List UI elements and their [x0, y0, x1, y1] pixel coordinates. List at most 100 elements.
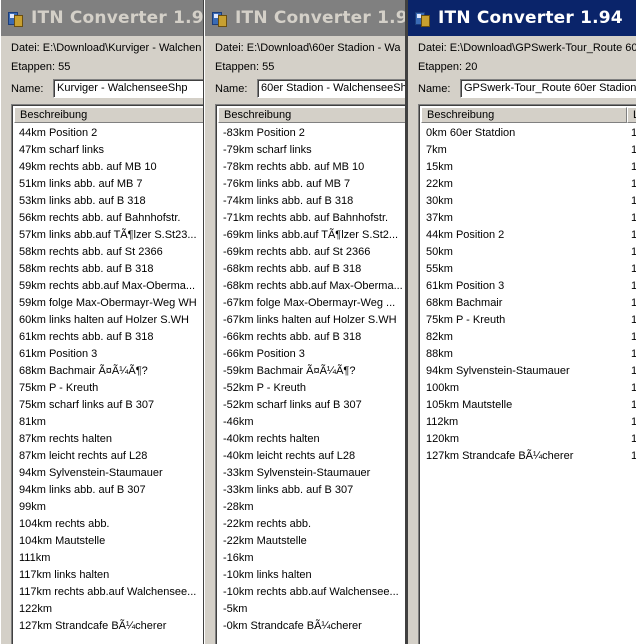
title-bar[interactable]: ITN Converter 1.94	[205, 0, 405, 36]
list-item[interactable]: -78km rechts abb. auf MB 10	[223, 159, 405, 176]
list-item[interactable]: 104km Mautstelle	[19, 533, 203, 550]
list-item[interactable]: 68km Bachmair Ã¤Ã¼Ã¶?	[19, 363, 203, 380]
list-item[interactable]: 1	[631, 380, 636, 397]
list-item[interactable]: -40km rechts halten	[223, 431, 405, 448]
list-item[interactable]: 37km	[426, 210, 632, 227]
list-item[interactable]: 82km	[426, 329, 632, 346]
title-bar[interactable]: ITN Converter 1.94	[1, 0, 203, 36]
list-item[interactable]: 120km	[426, 431, 632, 448]
list-item[interactable]: 127km Strandcafe BÃ¼cherer	[19, 618, 203, 635]
list-item[interactable]: 104km rechts abb.	[19, 516, 203, 533]
list-item[interactable]: 88km	[426, 346, 632, 363]
list-item[interactable]: 49km rechts abb. auf MB 10	[19, 159, 203, 176]
list-item[interactable]: 94km Sylvenstein-Staumauer	[426, 363, 632, 380]
list-item[interactable]: 58km rechts abb. auf St 2366	[19, 244, 203, 261]
list-item[interactable]: 0km 60er Statdion	[426, 125, 632, 142]
list-item[interactable]: 87km rechts halten	[19, 431, 203, 448]
list-item[interactable]: 61km rechts abb. auf B 318	[19, 329, 203, 346]
list-item[interactable]: 127km Strandcafe BÃ¼cherer	[426, 448, 632, 465]
list-item[interactable]: 61km Position 3	[426, 278, 632, 295]
list-item[interactable]: -79km scharf links	[223, 142, 405, 159]
list-item[interactable]: 53km links abb. auf B 318	[19, 193, 203, 210]
column-header-length[interactable]: L	[627, 107, 636, 123]
list-item[interactable]: 1	[631, 125, 636, 142]
list-item[interactable]: 1	[631, 193, 636, 210]
list-item[interactable]: 1	[631, 397, 636, 414]
list-item[interactable]: 22km	[426, 176, 632, 193]
list-item[interactable]: -76km links abb. auf MB 7	[223, 176, 405, 193]
list-item[interactable]: 68km Bachmair	[426, 295, 632, 312]
list-item[interactable]: 15km	[426, 159, 632, 176]
list-item[interactable]: 94km Sylvenstein-Staumauer	[19, 465, 203, 482]
list-item[interactable]: 1	[631, 431, 636, 448]
list-item[interactable]: 117km links halten	[19, 567, 203, 584]
list-item[interactable]: 99km	[19, 499, 203, 516]
list-item[interactable]: 122km	[19, 601, 203, 618]
list-item[interactable]: -67km folge Max-Obermayr-Weg ...	[223, 295, 405, 312]
stage-list[interactable]: Beschreibung L 0km 60er Statdion7km15km2…	[418, 104, 636, 644]
list-item[interactable]: 59km folge Max-Obermayr-Weg WH	[19, 295, 203, 312]
column-header-beschreibung[interactable]: Beschreibung	[218, 107, 405, 123]
list-item[interactable]: 75km P - Kreuth	[19, 380, 203, 397]
list-item[interactable]: -71km rechts abb. auf Bahnhofstr.	[223, 210, 405, 227]
list-item[interactable]: -22km Mautstelle	[223, 533, 405, 550]
list-item[interactable]: 112km	[426, 414, 632, 431]
list-item[interactable]: -10km links halten	[223, 567, 405, 584]
list-item[interactable]: -52km scharf links auf B 307	[223, 397, 405, 414]
list-item[interactable]: 1	[631, 448, 636, 465]
list-item[interactable]: 7km	[426, 142, 632, 159]
list-item[interactable]: 1	[631, 329, 636, 346]
list-item[interactable]: -33km Sylvenstein-Staumauer	[223, 465, 405, 482]
list-item[interactable]: -59km Bachmair Ã¤Ã¼Ã¶?	[223, 363, 405, 380]
column-header-beschreibung[interactable]: Beschreibung	[14, 107, 203, 123]
list-item[interactable]: 1	[631, 176, 636, 193]
list-item[interactable]: 60km links halten auf Holzer S.WH	[19, 312, 203, 329]
list-item[interactable]: 1	[631, 227, 636, 244]
list-item[interactable]: 1	[631, 346, 636, 363]
list-item[interactable]: 1	[631, 312, 636, 329]
list-item[interactable]: 100km	[426, 380, 632, 397]
list-item[interactable]: -16km	[223, 550, 405, 567]
list-item[interactable]: -5km	[223, 601, 405, 618]
list-item[interactable]: -28km	[223, 499, 405, 516]
list-item[interactable]: 1	[631, 244, 636, 261]
name-input[interactable]: Kurviger - WalchenseeShp	[53, 79, 203, 98]
stage-list[interactable]: Beschreibung 44km Position 2 47km scharf …	[11, 104, 203, 644]
list-item[interactable]: 81km	[19, 414, 203, 431]
list-item[interactable]: 56km rechts abb. auf Bahnhofstr.	[19, 210, 203, 227]
list-item[interactable]: -67km links halten auf Holzer S.WH	[223, 312, 405, 329]
list-item[interactable]: 87km leicht rechts auf L28	[19, 448, 203, 465]
list-item[interactable]: -0km Strandcafe BÃ¼cherer	[223, 618, 405, 635]
list-item[interactable]: -46km	[223, 414, 405, 431]
list-item[interactable]: 51km links abb. auf MB 7	[19, 176, 203, 193]
list-item[interactable]: 1	[631, 278, 636, 295]
list-item[interactable]: -74km links abb. auf B 318	[223, 193, 405, 210]
list-item[interactable]: 1	[631, 142, 636, 159]
list-item[interactable]: 47km scharf links	[19, 142, 203, 159]
list-item[interactable]: 1	[631, 295, 636, 312]
list-item[interactable]: 59km rechts abb.auf Max-Oberma...	[19, 278, 203, 295]
list-item[interactable]: 55km	[426, 261, 632, 278]
list-item[interactable]: -40km leicht rechts auf L28	[223, 448, 405, 465]
list-item[interactable]: 75km P - Kreuth	[426, 312, 632, 329]
list-item[interactable]: -69km links abb.auf TÃ¶lzer S.St2...	[223, 227, 405, 244]
list-item[interactable]: 1	[631, 210, 636, 227]
list-item[interactable]: 105km Mautstelle	[426, 397, 632, 414]
list-item[interactable]: 57km links abb.auf TÃ¶lzer S.St23...	[19, 227, 203, 244]
column-header-beschreibung[interactable]: Beschreibung	[421, 107, 627, 123]
list-item[interactable]: -22km rechts abb.	[223, 516, 405, 533]
list-item[interactable]: -66km Position 3	[223, 346, 405, 363]
stage-list[interactable]: Beschreibung -83km Position 2 -79km schar…	[215, 104, 405, 644]
title-bar[interactable]: ITN Converter 1.94	[408, 0, 636, 36]
list-item[interactable]: -10km rechts abb.auf Walchensee...	[223, 584, 405, 601]
list-item[interactable]: -68km rechts abb. auf B 318	[223, 261, 405, 278]
list-item[interactable]: 61km Position 3	[19, 346, 203, 363]
list-item[interactable]: 44km Position 2	[19, 125, 203, 142]
list-item[interactable]: -69km rechts abb. auf St 2366	[223, 244, 405, 261]
list-item[interactable]: 1	[631, 261, 636, 278]
list-item[interactable]: 75km scharf links auf B 307	[19, 397, 203, 414]
name-input[interactable]: GPSwerk-Tour_Route 60er Stadion -	[460, 79, 636, 98]
list-item[interactable]: 1	[631, 363, 636, 380]
list-item[interactable]: 30km	[426, 193, 632, 210]
list-item[interactable]: -83km Position 2	[223, 125, 405, 142]
